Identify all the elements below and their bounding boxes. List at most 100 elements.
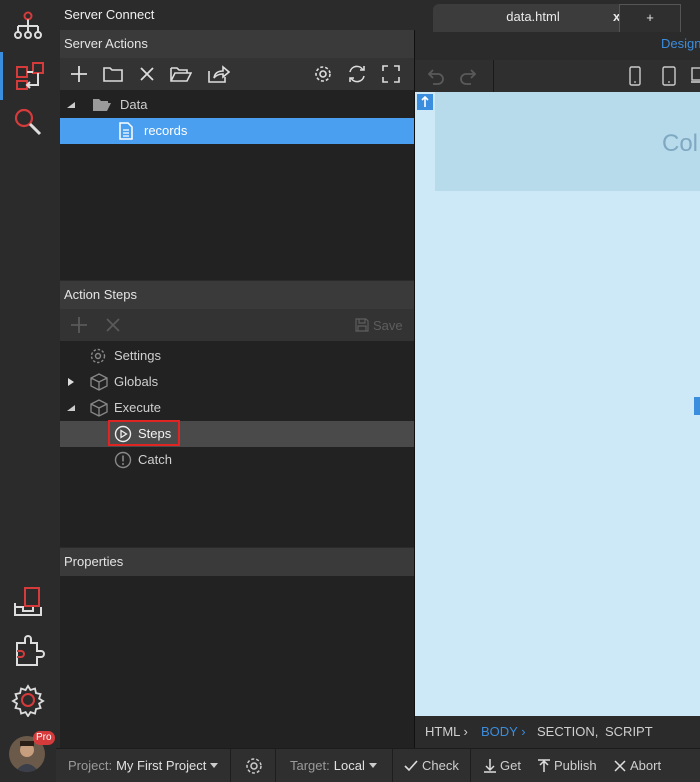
- step-item-catch[interactable]: Catch: [60, 447, 414, 473]
- tab-label: data.html: [506, 9, 560, 24]
- remove-step-icon[interactable]: [98, 309, 128, 341]
- step-item-steps[interactable]: Steps: [60, 420, 414, 447]
- delete-icon[interactable]: [132, 58, 162, 90]
- new-folder-icon[interactable]: [98, 58, 128, 90]
- step-label: Settings: [114, 348, 161, 363]
- chevron-down-icon: [368, 763, 377, 768]
- action-steps-toolbar: Save: [60, 309, 414, 342]
- file-document-icon: [119, 122, 133, 140]
- step-label: Catch: [138, 452, 172, 467]
- action-steps-tree: Settings Globals Execute Steps Catch: [60, 342, 414, 547]
- step-item-execute[interactable]: Execute: [60, 395, 414, 421]
- project-settings-icon[interactable]: [245, 749, 263, 782]
- breadcrumb-html[interactable]: HTML ›: [425, 724, 468, 739]
- server-connect-panel: Server Connect Server Actions Data recor…: [60, 0, 414, 748]
- laptop-view-icon[interactable]: [691, 66, 700, 86]
- step-label: Steps: [138, 426, 172, 441]
- gear-icon[interactable]: [308, 58, 338, 90]
- design-view-tab[interactable]: Design: [661, 36, 700, 51]
- breadcrumb-script[interactable]: SCRIPT: [605, 724, 653, 739]
- server-actions-header: Server Actions: [60, 30, 414, 58]
- phone-view-icon[interactable]: [629, 66, 641, 86]
- project-label: Project:: [68, 758, 113, 773]
- design-area: Design Col HTML › BODY › SECTION, SCRIPT: [415, 32, 700, 748]
- panel-title: Server Connect: [60, 0, 414, 30]
- bottom-status-bar: Project: My First Project Target: Local …: [56, 748, 700, 782]
- step-item-settings[interactable]: Settings: [60, 343, 414, 369]
- header-section[interactable]: Col: [435, 92, 700, 191]
- dom-breadcrumb: HTML › BODY › SECTION, SCRIPT: [415, 716, 700, 748]
- caret-expanded-icon[interactable]: [66, 404, 76, 412]
- check-label: Check: [422, 758, 459, 773]
- server-connect-icon[interactable]: [0, 52, 56, 100]
- abort-label: Abort: [630, 758, 662, 773]
- caret-expanded-icon[interactable]: [66, 101, 76, 109]
- tree-item-label: Data: [120, 97, 148, 112]
- properties-body: [60, 576, 414, 748]
- publish-button[interactable]: Publish: [538, 749, 597, 782]
- page-canvas[interactable]: Col: [415, 92, 700, 716]
- save-button[interactable]: Save: [355, 309, 403, 341]
- element-handle-icon[interactable]: [694, 397, 700, 415]
- publish-label: Publish: [554, 758, 597, 773]
- share-export-icon[interactable]: [204, 58, 234, 90]
- save-label: Save: [373, 317, 403, 333]
- tree-item-label: records: [144, 123, 188, 138]
- select-parent-icon[interactable]: [417, 94, 433, 110]
- check-button[interactable]: Check: [404, 749, 459, 782]
- tree-item-data[interactable]: Data: [60, 92, 414, 118]
- chevron-down-icon: [210, 763, 219, 768]
- publish-inbox-icon[interactable]: [0, 578, 56, 626]
- breadcrumb-label: HTML: [425, 724, 460, 739]
- server-actions-tree: Data records: [60, 91, 414, 280]
- save-disk-icon: [355, 318, 369, 332]
- step-item-globals[interactable]: Globals: [60, 369, 414, 395]
- action-steps-header: Action Steps: [60, 281, 414, 309]
- project-selector[interactable]: Project: My First Project: [68, 749, 219, 782]
- properties-header: Properties: [60, 548, 414, 576]
- target-selector[interactable]: Target: Local: [290, 749, 377, 782]
- search-icon[interactable]: [0, 98, 56, 146]
- download-arrow-icon: [484, 758, 496, 773]
- breadcrumb-section[interactable]: SECTION,: [537, 724, 598, 739]
- new-tab-button[interactable]: +: [619, 4, 681, 32]
- cube-icon: [90, 399, 108, 417]
- tree-item-records[interactable]: records: [60, 118, 414, 144]
- tablet-view-icon[interactable]: [662, 66, 676, 86]
- document-tabs: data.html x +: [415, 0, 700, 32]
- divider: [392, 749, 393, 782]
- add-icon[interactable]: [64, 58, 94, 90]
- extensions-puzzle-icon[interactable]: [0, 628, 56, 676]
- breadcrumb-body[interactable]: BODY ›: [481, 724, 526, 739]
- get-button[interactable]: Get: [484, 749, 521, 782]
- server-actions-toolbar: [60, 58, 414, 91]
- alert-circle-icon: [114, 451, 132, 469]
- add-step-icon[interactable]: [64, 309, 94, 341]
- target-label: Target:: [290, 758, 330, 773]
- divider: [470, 749, 471, 782]
- get-label: Get: [500, 758, 521, 773]
- step-label: Execute: [114, 400, 161, 415]
- tab-data-html[interactable]: data.html x: [433, 4, 633, 32]
- caret-collapsed-icon[interactable]: [67, 377, 75, 387]
- redo-icon[interactable]: [459, 66, 479, 86]
- pro-badge: Pro: [33, 731, 55, 745]
- fullscreen-icon[interactable]: [376, 58, 406, 90]
- section-heading-text[interactable]: Col: [662, 130, 698, 158]
- cube-icon: [90, 373, 108, 391]
- abort-button[interactable]: Abort: [614, 749, 661, 782]
- checkmark-icon: [404, 759, 418, 771]
- design-toolbar: [415, 60, 700, 93]
- project-value: My First Project: [116, 758, 207, 773]
- refresh-icon[interactable]: [342, 58, 372, 90]
- target-value: Local: [333, 758, 365, 773]
- breadcrumb-label: BODY: [481, 724, 518, 739]
- open-folder-icon[interactable]: [166, 58, 196, 90]
- view-mode-bar: Design: [415, 32, 700, 60]
- sitemap-icon[interactable]: [0, 2, 56, 50]
- settings-gear-small-icon: [90, 348, 106, 364]
- folder-open-icon: [93, 99, 111, 111]
- undo-icon[interactable]: [425, 66, 445, 86]
- settings-gear-icon[interactable]: [0, 676, 56, 724]
- divider: [230, 749, 231, 782]
